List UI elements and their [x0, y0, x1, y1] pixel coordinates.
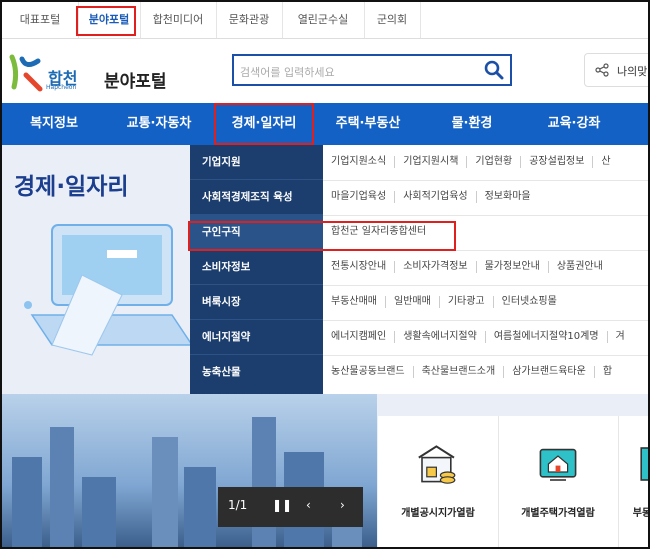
service-land-price[interactable]: 개별공시지가열람: [378, 416, 499, 547]
nav-water-environment[interactable]: 물·환경: [420, 103, 524, 145]
tab-culture-tour[interactable]: 문화관광: [216, 2, 283, 38]
search-box[interactable]: 검색어를 입력하세요: [232, 54, 512, 86]
menu-cat-agri-livestock[interactable]: 농축산물: [190, 355, 323, 390]
tab-open-office[interactable]: 열린군수실: [282, 2, 365, 38]
menu-row-consumer-info: 전통시장안내 소비자가격정보 물가정보안내 상품권안내: [323, 250, 648, 286]
search-input[interactable]: 검색어를 입력하세요: [240, 64, 335, 80]
menu-cat-consumer-info[interactable]: 소비자정보: [190, 250, 323, 285]
highlight-box-tab: [76, 6, 136, 36]
pause-icon[interactable]: ❚❚: [272, 498, 292, 512]
menu-link[interactable]: 합: [595, 366, 620, 378]
slider-counter: 1/1: [228, 498, 248, 512]
tab-council[interactable]: 군의회: [364, 2, 421, 38]
real-estate-icon: [640, 447, 648, 481]
tab-main-portal[interactable]: 대표포털: [2, 2, 79, 38]
menu-link[interactable]: 사회적기업육성: [395, 191, 477, 203]
menu-row-social-economy: 마을기업육성 사회적기업육성 정보화마을: [323, 180, 648, 216]
menu-row-flea-market: 부동산매매 일반매매 기타광고 인터넷쇼핑몰: [323, 285, 648, 321]
mypage-button[interactable]: 나의맞: [584, 53, 648, 87]
tab-media[interactable]: 합천미디어: [140, 2, 217, 38]
service-real-estate[interactable]: 부동: [618, 416, 648, 547]
menu-link[interactable]: 에너지캠페인: [323, 331, 396, 343]
menu-link[interactable]: 일반매매: [386, 296, 440, 308]
menu-link[interactable]: 기업지원소식: [323, 156, 396, 168]
laptop-illustration-icon: [24, 224, 192, 356]
menu-link[interactable]: 공장설립정보: [521, 156, 594, 168]
menu-link[interactable]: 산: [593, 156, 618, 168]
quick-services: 개별공시지가열람 개별주택가격열람 부동: [378, 416, 648, 547]
menu-link[interactable]: 기타광고: [440, 296, 494, 308]
portal-title: 분야포털: [104, 72, 167, 92]
mega-menu-dropdown: 기업지원 사회적경제조직 육성 구인구직 소비자정보 벼룩시장 에너지절약 농축…: [190, 145, 648, 394]
land-price-icon: [418, 445, 456, 484]
nav-transport[interactable]: 교통·자동차: [106, 103, 212, 145]
menu-cat-business-support[interactable]: 기업지원: [190, 145, 323, 180]
menu-link[interactable]: 소비자가격정보: [395, 261, 477, 273]
menu-link[interactable]: 삼가브랜드육타운: [504, 366, 595, 378]
menu-link[interactable]: 생활속에너지절약: [395, 331, 486, 343]
menu-link[interactable]: 상품권안내: [549, 261, 611, 273]
search-icon[interactable]: [484, 60, 504, 80]
menu-link[interactable]: 마을기업육성: [323, 191, 396, 203]
menu-link[interactable]: 겨: [608, 331, 633, 343]
browser-frame: 대표포털 분야포털 합천미디어 문화관광 열린군수실 군의회 합천 Hapche…: [0, 0, 650, 549]
site-logo[interactable]: 합천 Hapcheon 분야포털: [8, 51, 188, 95]
service-label: 부동: [632, 508, 650, 519]
service-house-price[interactable]: 개별주택가격열람: [498, 416, 619, 547]
menu-link[interactable]: 여름철에너지절약10계명: [486, 331, 608, 343]
nav-housing[interactable]: 주택·부동산: [316, 103, 420, 145]
house-price-icon: [539, 448, 577, 481]
logo-mark-icon: [9, 54, 43, 92]
menu-row-agri-livestock: 농산물공동브랜드 축산물브랜드소개 삼가브랜드육타운 합: [323, 355, 648, 390]
site-header: 합천 Hapcheon 분야포털 검색어를 입력하세요 나의맞: [2, 39, 648, 103]
menu-cat-social-economy[interactable]: 사회적경제조직 육성: [190, 180, 323, 215]
menu-link[interactable]: 부동산매매: [323, 296, 386, 308]
nav-education[interactable]: 교육·강좌: [524, 103, 624, 145]
menu-link[interactable]: 인터넷쇼핑몰: [494, 296, 565, 308]
menu-link[interactable]: 정보화마을: [477, 191, 539, 203]
highlight-box-nav: [214, 103, 314, 145]
menu-cat-energy-saving[interactable]: 에너지절약: [190, 320, 323, 355]
menu-cat-flea-market[interactable]: 벼룩시장: [190, 285, 323, 320]
menu-link[interactable]: 축산물브랜드소개: [414, 366, 505, 378]
menu-link[interactable]: 기업현황: [467, 156, 522, 168]
menu-link[interactable]: 전통시장안내: [323, 261, 396, 273]
nav-welfare[interactable]: 복지정보: [2, 103, 106, 145]
prev-icon[interactable]: ‹: [306, 498, 311, 512]
next-icon[interactable]: ›: [340, 498, 345, 512]
menu-link[interactable]: 농산물공동브랜드: [323, 366, 414, 378]
menu-row-energy-saving: 에너지캠페인 생활속에너지절약 여름철에너지절약10계명 겨: [323, 320, 648, 356]
menu-link[interactable]: 물가정보안내: [477, 261, 549, 273]
menu-link[interactable]: 기업지원시책: [395, 156, 468, 168]
mypage-label: 나의맞: [617, 65, 648, 78]
hero-title: 경제·일자리: [14, 174, 129, 200]
menu-row-business-support: 기업지원소식 기업지원시책 기업현황 공장설립정보 산: [323, 145, 648, 181]
logo-english: Hapcheon: [46, 84, 77, 91]
main-nav: 복지정보 교통·자동차 경제·일자리 주택·부동산 물·환경 교육·강좌: [2, 103, 648, 145]
slider-controls: 1/1 ❚❚ ‹ ›: [218, 487, 363, 527]
highlight-box-menu: [188, 221, 456, 251]
service-label: 개별공시지가열람: [401, 508, 475, 519]
share-icon: [595, 63, 609, 77]
mega-menu-categories: 기업지원 사회적경제조직 육성 구인구직 소비자정보 벼룩시장 에너지절약 농축…: [190, 145, 323, 394]
